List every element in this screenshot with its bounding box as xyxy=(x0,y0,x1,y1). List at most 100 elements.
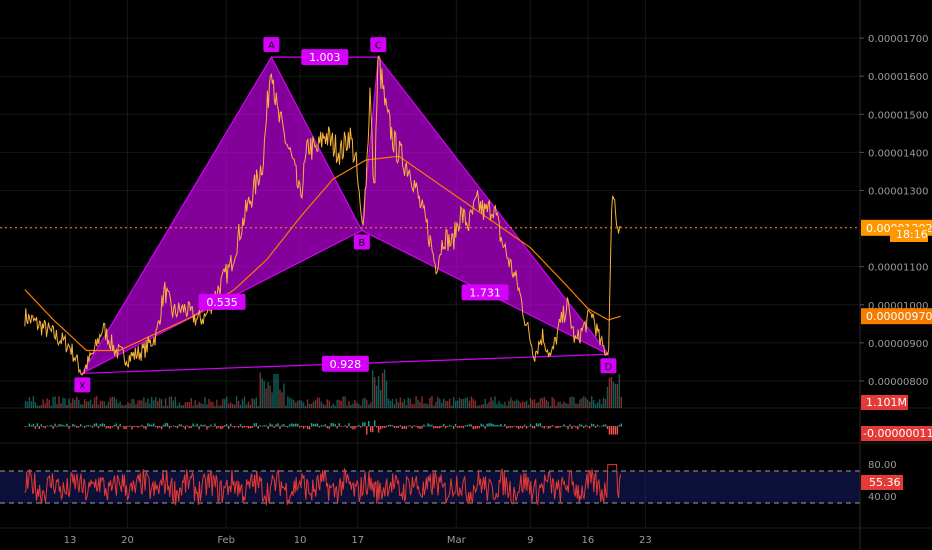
volume-bar xyxy=(589,401,591,408)
volume-bar xyxy=(83,399,86,408)
macd-bar xyxy=(476,426,478,429)
volume-bar xyxy=(279,389,281,408)
volume-bar xyxy=(405,405,407,408)
macd-bar xyxy=(83,426,86,428)
volume-bar xyxy=(537,401,540,408)
volume-bar xyxy=(127,402,129,408)
macd-bar xyxy=(407,425,409,427)
volume-bar xyxy=(525,400,528,408)
volume-bar xyxy=(273,373,275,408)
macd-bar xyxy=(261,425,263,427)
volume-bar xyxy=(212,402,214,408)
macd-bar xyxy=(533,426,536,429)
date-tick-label: Feb xyxy=(217,535,235,546)
macd-bar xyxy=(523,424,526,427)
volume-bar xyxy=(180,405,183,408)
volume-bar xyxy=(101,400,104,408)
volume-bar xyxy=(216,399,218,408)
macd-bar xyxy=(216,426,218,429)
volume-bar xyxy=(504,401,506,408)
macd-bar xyxy=(243,426,246,428)
volume-bar xyxy=(208,398,210,408)
volume-bar xyxy=(160,399,163,408)
macd-bar xyxy=(470,424,473,427)
macd-bar xyxy=(139,426,141,427)
volume-bar xyxy=(52,396,54,408)
macd-bar xyxy=(502,426,504,427)
volume-bar xyxy=(514,401,516,408)
macd-bar xyxy=(245,426,248,428)
macd-bar xyxy=(527,426,530,427)
volume-bar xyxy=(366,399,368,408)
macd-bar xyxy=(612,426,615,435)
macd-bar xyxy=(312,423,315,427)
macd-bar xyxy=(117,426,119,430)
volume-bar xyxy=(72,398,74,408)
volume-bar xyxy=(468,400,471,408)
macd-bar xyxy=(89,425,92,427)
volume-bar xyxy=(389,400,392,408)
volume-bar xyxy=(283,383,285,408)
volume-bar xyxy=(565,403,567,408)
volume-bar xyxy=(220,405,222,408)
volume-bar xyxy=(60,403,62,408)
volume-bar xyxy=(306,399,309,408)
macd-bar xyxy=(206,426,208,430)
macd-bar xyxy=(127,426,129,427)
volume-bar xyxy=(535,402,538,408)
volume-bar xyxy=(42,399,44,408)
macd-bar xyxy=(385,426,388,428)
macd-bar xyxy=(105,426,108,429)
volume-bar xyxy=(342,396,344,408)
volume-bar xyxy=(415,396,417,408)
volume-bar xyxy=(28,397,31,408)
volume-bar xyxy=(62,397,64,408)
volume-bar xyxy=(293,399,295,408)
volume-bar xyxy=(218,405,220,408)
volume-bar xyxy=(539,398,542,408)
macd-bar xyxy=(366,426,368,435)
volume-bar xyxy=(121,404,123,408)
volume-bar xyxy=(64,398,66,408)
volume-bar xyxy=(255,397,258,408)
macd-bar xyxy=(547,426,549,429)
countdown-badge: 18:16 xyxy=(890,227,928,242)
macd-bar xyxy=(427,423,429,427)
macd-bar xyxy=(249,426,252,429)
trading-chart[interactable]: X A B C D 0.535 1.003 1.731 0.928 0.00001700 0.00… xyxy=(0,0,932,550)
svg-text:18:16: 18:16 xyxy=(896,228,928,241)
macd-bar xyxy=(391,425,394,427)
macd-bar xyxy=(504,423,506,427)
macd-bar xyxy=(271,424,273,427)
macd-bar xyxy=(409,425,411,427)
macd-bar xyxy=(437,426,439,429)
macd-bar xyxy=(125,426,127,430)
volume-bar xyxy=(352,403,354,408)
volume-bar xyxy=(409,398,411,408)
volume-bar xyxy=(614,383,617,408)
macd-bar xyxy=(486,423,488,427)
macd-bar xyxy=(103,423,106,427)
volume-bar xyxy=(494,396,496,408)
macd-bar xyxy=(348,423,350,427)
macd-bar xyxy=(559,426,561,428)
price-tick-label: 0.00001600 xyxy=(868,72,928,83)
volume-bar xyxy=(176,405,179,408)
macd-bar xyxy=(565,426,567,427)
macd-bar xyxy=(531,426,534,429)
macd-bar xyxy=(616,426,619,435)
macd-bar xyxy=(38,426,40,429)
macd-bar xyxy=(119,423,121,427)
macd-bar xyxy=(97,426,100,429)
volume-bar xyxy=(113,397,115,408)
price-tick-label: 0.00001400 xyxy=(868,148,928,159)
volume-bar xyxy=(362,398,364,408)
volume-bar xyxy=(403,398,405,408)
volume-bar xyxy=(411,404,413,408)
volume-bar xyxy=(470,396,473,408)
macd-bar xyxy=(265,425,267,427)
macd-bar xyxy=(350,426,352,429)
volume-bar xyxy=(107,401,110,408)
macd-bar xyxy=(182,426,185,428)
volume-bar xyxy=(395,398,398,408)
